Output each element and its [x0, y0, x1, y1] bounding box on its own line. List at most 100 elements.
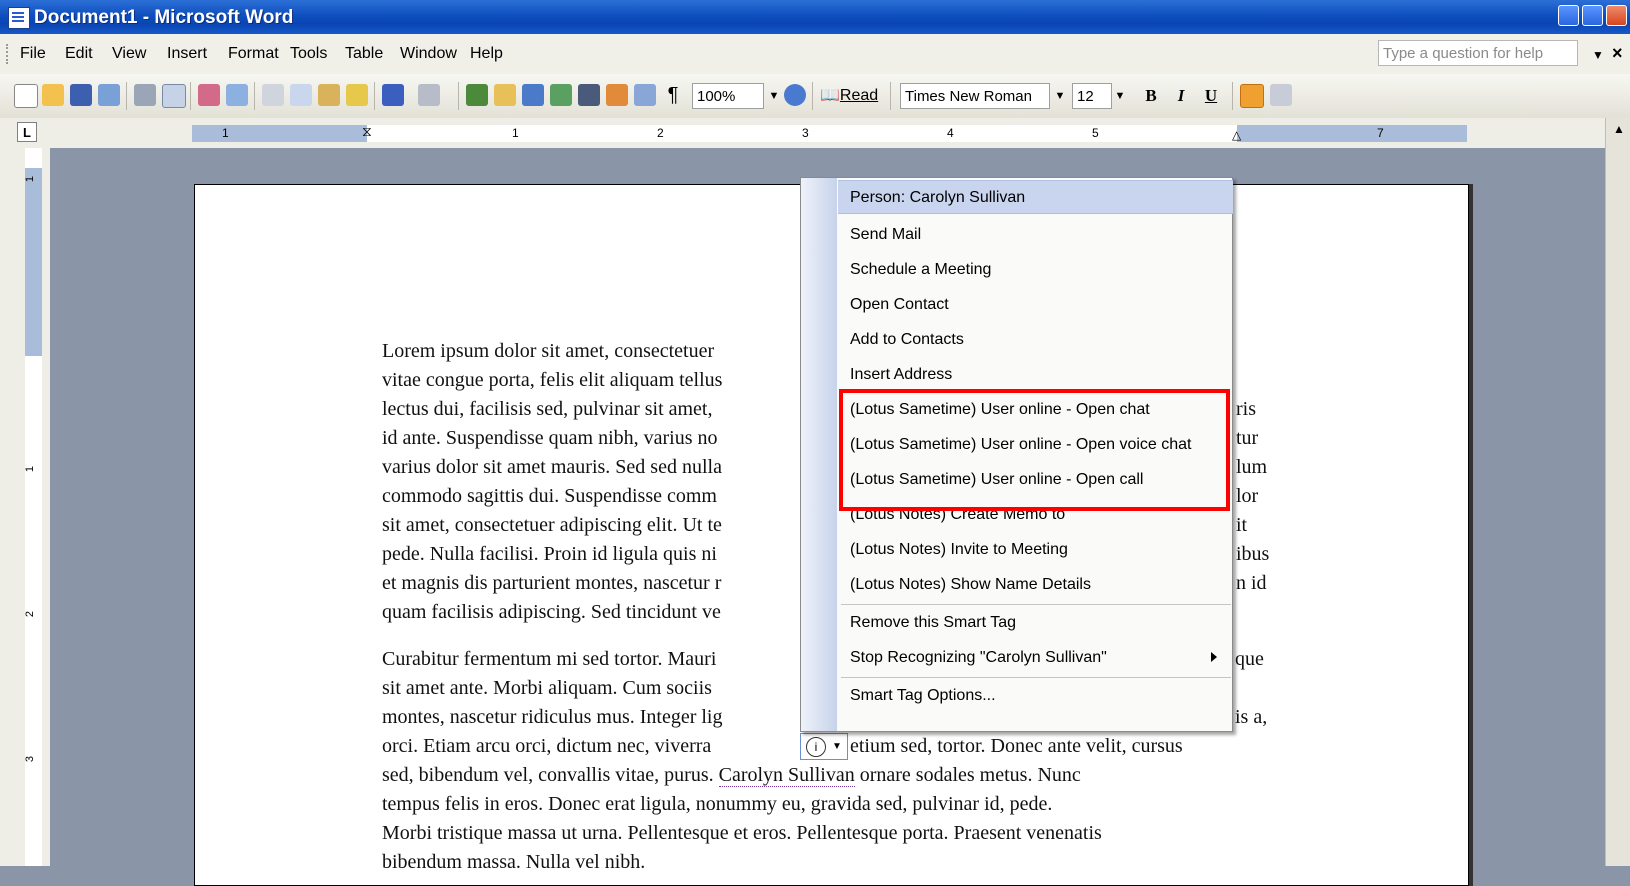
menu-item-stop-recognizing[interactable]: Stop Recognizing "Carolyn Sullivan" [838, 641, 1233, 675]
close-document-icon[interactable]: × [1612, 43, 1623, 64]
text-line: bibendum massa. Nulla vel nibh. [382, 851, 646, 873]
menu-item-add-to-contacts[interactable]: Add to Contacts [838, 323, 1233, 357]
help-icon[interactable] [784, 84, 806, 106]
font-size-dropdown-icon[interactable]: ▼ [1112, 83, 1128, 109]
document-map-icon[interactable] [634, 84, 656, 106]
insert-excel-icon[interactable] [550, 84, 572, 106]
font-size-input[interactable]: 12 [1072, 83, 1112, 109]
text-fragment: ris [1236, 398, 1256, 420]
ask-dropdown-icon[interactable]: ▼ [1592, 48, 1604, 62]
tables-borders-icon[interactable] [494, 84, 516, 106]
menu-item-notes-name-details[interactable]: (Lotus Notes) Show Name Details [838, 568, 1233, 602]
menu-insert[interactable]: Insert [167, 45, 207, 63]
undo-icon[interactable] [382, 84, 404, 106]
toolbar: ¶ 100% ▼ 📖Read Times New Roman ▼ 12 ▼ B … [0, 74, 1630, 119]
ruler-bar: L 1 1 2 3 4 5 7 ⧖ △ [0, 118, 1630, 148]
text-fragment: lor [1236, 485, 1259, 507]
save-icon[interactable] [70, 84, 92, 106]
text-line-etium: etium sed, tortor. Donec ante velit, cur… [850, 735, 1183, 757]
hyperlink-icon[interactable] [466, 84, 488, 106]
smart-tag-person-name[interactable]: Carolyn Sullivan [718, 764, 855, 787]
drawing-icon[interactable] [606, 84, 628, 106]
cut-icon[interactable] [262, 84, 284, 106]
zoom-dropdown-icon[interactable]: ▼ [766, 83, 782, 109]
align-left-icon[interactable] [1240, 84, 1264, 108]
insert-table-icon[interactable] [522, 84, 544, 106]
menu-view[interactable]: View [112, 45, 146, 63]
menu-item-send-mail[interactable]: Send Mail [838, 218, 1233, 252]
chevron-down-icon: ▼ [832, 741, 842, 752]
ruler-number: 1 [24, 175, 37, 183]
menu-tools[interactable]: Tools [290, 45, 327, 63]
toolbar-separator [126, 82, 127, 110]
read-button[interactable]: 📖Read [820, 83, 878, 109]
text-fragment: ornare sodales metus. Nunc [854, 764, 1081, 786]
submenu-arrow-icon [1211, 652, 1217, 662]
toolbar-separator [890, 82, 891, 110]
print-icon[interactable] [134, 84, 156, 106]
right-indent-marker-icon[interactable]: △ [1232, 127, 1241, 144]
menu-item-notes-invite[interactable]: (Lotus Notes) Invite to Meeting [838, 533, 1233, 567]
redo-icon[interactable] [418, 84, 440, 106]
smart-tag-info-icon: i [806, 737, 826, 757]
text-fragment: it [1236, 514, 1248, 536]
print-preview-icon[interactable] [162, 84, 186, 108]
horizontal-ruler[interactable]: 1 1 2 3 4 5 7 ⧖ △ [192, 123, 1467, 144]
font-name-input[interactable]: Times New Roman [900, 83, 1050, 109]
paste-icon[interactable] [318, 84, 340, 106]
toolbar-separator [458, 82, 459, 110]
bold-button[interactable]: B [1138, 83, 1164, 109]
left-ruler-area: 1 1 2 3 [0, 148, 50, 866]
ruler-number: 1 [24, 465, 37, 473]
close-button[interactable] [1606, 5, 1627, 26]
menu-edit[interactable]: Edit [65, 45, 93, 63]
menu-item-smart-tag-options[interactable]: Smart Tag Options... [838, 679, 1233, 713]
show-hide-icon[interactable]: ¶ [662, 84, 684, 106]
vertical-ruler[interactable]: 1 1 2 3 [24, 148, 42, 866]
menu-item-open-contact[interactable]: Open Contact [838, 288, 1233, 322]
menubar-grip[interactable] [6, 44, 11, 64]
menu-item-remove-smart-tag[interactable]: Remove this Smart Tag [838, 606, 1233, 640]
maximize-button[interactable] [1582, 5, 1603, 26]
indent-marker-icon[interactable]: ⧖ [362, 123, 372, 140]
menu-help[interactable]: Help [470, 45, 503, 63]
columns-icon[interactable] [578, 84, 600, 106]
copy-icon[interactable] [290, 84, 312, 106]
word-document-icon[interactable] [8, 7, 30, 29]
smart-tag-button[interactable]: i ▼ [800, 733, 848, 760]
menu-item-insert-address[interactable]: Insert Address [838, 358, 1233, 392]
menu-format[interactable]: Format [228, 45, 279, 63]
scroll-up-icon[interactable]: ▲ [1613, 122, 1625, 136]
align-center-icon[interactable] [1270, 84, 1292, 106]
permission-icon[interactable] [98, 84, 120, 106]
menu-bar: File Edit View Insert Format Tools Table… [0, 34, 1630, 75]
toolbar-separator [374, 82, 375, 110]
format-painter-icon[interactable] [346, 84, 368, 106]
research-icon[interactable] [226, 84, 248, 106]
font-dropdown-icon[interactable]: ▼ [1052, 83, 1068, 109]
open-folder-icon[interactable] [42, 84, 64, 106]
zoom-input[interactable]: 100% [692, 83, 764, 109]
vertical-scrollbar[interactable]: ▲ [1605, 118, 1630, 866]
spelling-icon[interactable] [198, 84, 220, 106]
left-margin-shade [192, 125, 367, 142]
ask-question-input[interactable]: Type a question for help [1378, 40, 1578, 66]
title-bar: Document1 - Microsoft Word [0, 0, 1630, 34]
menu-file[interactable]: File [20, 45, 46, 63]
menu-table[interactable]: Table [345, 45, 383, 63]
underline-button[interactable]: U [1198, 83, 1224, 109]
ruler-number: 3 [802, 126, 809, 140]
ruler-number: 7 [1377, 126, 1384, 140]
ruler-number: 1 [512, 126, 519, 140]
new-document-icon[interactable] [14, 84, 38, 108]
text-line-carolyn: sed, bibendum vel, convallis vitae, puru… [382, 761, 1282, 790]
text-fragment: n id [1236, 572, 1267, 594]
tab-selector[interactable]: L [17, 122, 37, 142]
menu-window[interactable]: Window [400, 45, 457, 63]
paragraph-2-right: que is a, [1235, 645, 1295, 732]
menu-item-schedule-meeting[interactable]: Schedule a Meeting [838, 253, 1233, 287]
highlight-box [839, 389, 1230, 511]
italic-button[interactable]: I [1168, 83, 1194, 109]
text-fragment: ibus [1236, 543, 1270, 565]
minimize-button[interactable] [1558, 5, 1579, 26]
